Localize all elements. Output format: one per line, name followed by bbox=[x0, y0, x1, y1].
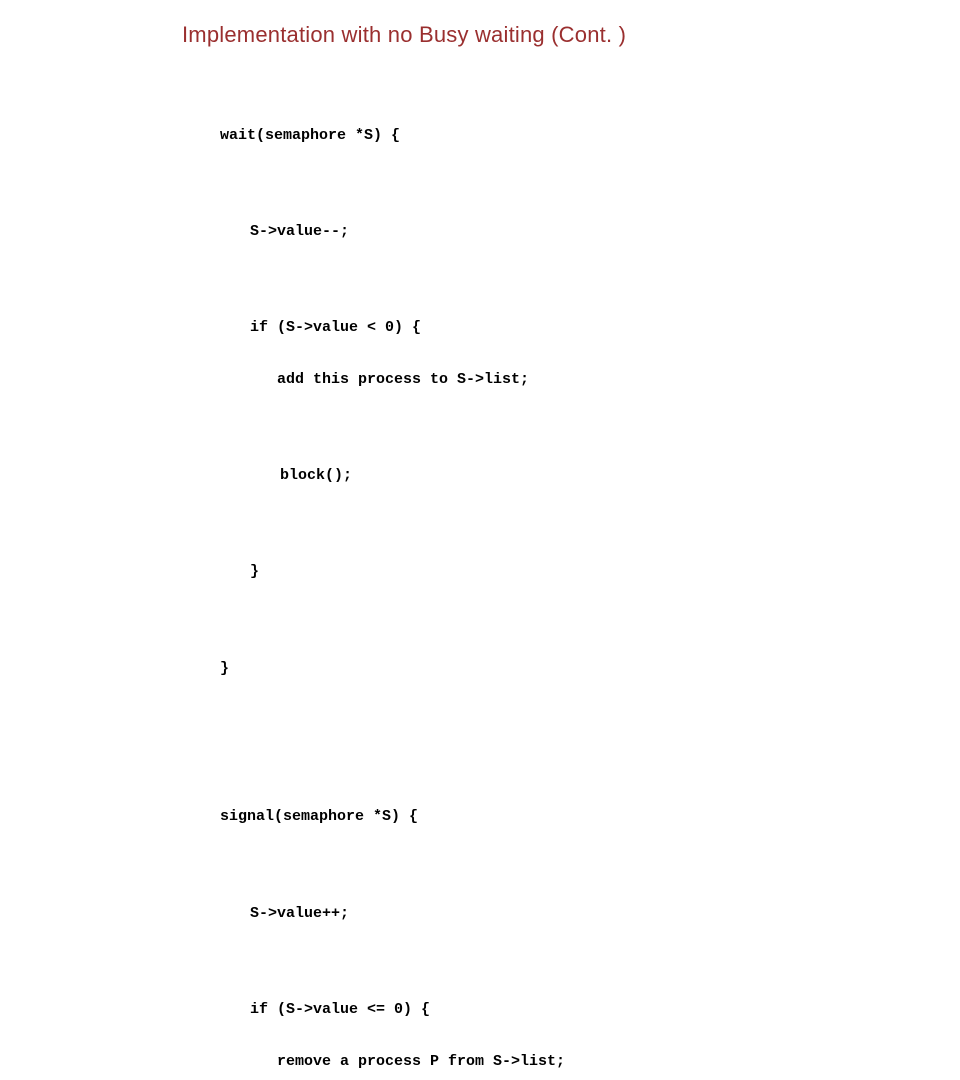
code-line: signal(semaphore *S) { bbox=[220, 808, 565, 825]
code-line: if (S->value < 0) { bbox=[220, 319, 565, 336]
code-line: block(); bbox=[220, 467, 565, 484]
code-block: wait(semaphore *S) { S->value--; if (S->… bbox=[220, 92, 565, 1080]
code-line: if (S->value <= 0) { bbox=[220, 1001, 565, 1018]
code-line: add this process to S->list; bbox=[220, 371, 565, 388]
slide-title: Implementation with no Busy waiting (Con… bbox=[182, 22, 626, 48]
code-line: } bbox=[220, 660, 565, 677]
code-line: } bbox=[220, 563, 565, 580]
code-line: wait(semaphore *S) { bbox=[220, 127, 565, 144]
slide: Implementation with no Busy waiting (Con… bbox=[0, 0, 960, 540]
code-line: remove a process P from S->list; bbox=[220, 1053, 565, 1070]
code-line: S->value--; bbox=[220, 223, 565, 240]
code-line: S->value++; bbox=[220, 905, 565, 922]
